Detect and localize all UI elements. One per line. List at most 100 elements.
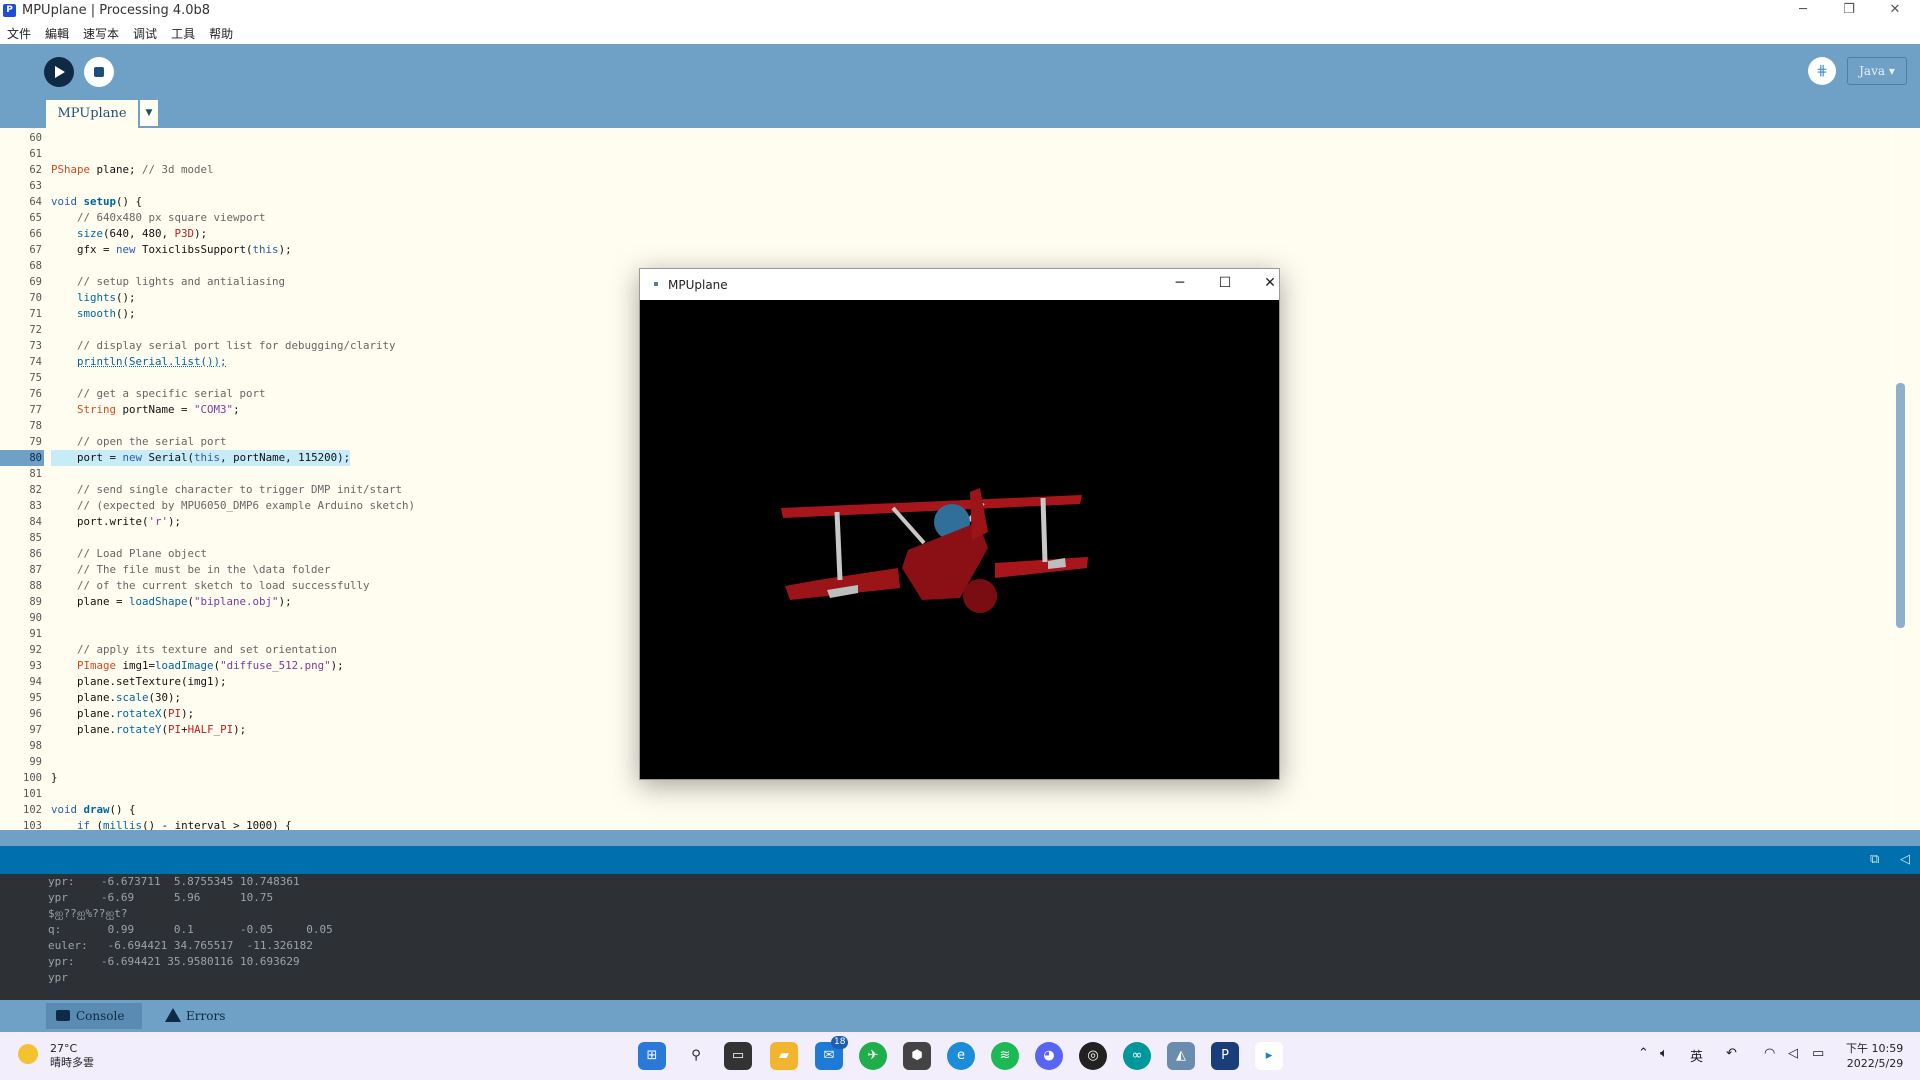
copy-console-icon[interactable]: ⧉ <box>1870 852 1879 867</box>
code-line[interactable]: println(Serial.list()); <box>51 354 227 370</box>
line-number: 92 <box>29 644 42 656</box>
processing-icon[interactable]: P <box>1211 1042 1239 1070</box>
code-line[interactable]: String portName = "COM3"; <box>51 402 240 418</box>
mode-selector[interactable]: Java ▾ <box>1847 57 1907 85</box>
app-icon-cube[interactable]: ⬢ <box>903 1042 931 1070</box>
code-line[interactable]: plane = loadShape("biplane.obj"); <box>51 594 292 610</box>
sketch-close-button[interactable]: ✕ <box>1256 275 1284 291</box>
menu-file[interactable]: 文件 <box>0 22 38 42</box>
code-line[interactable]: // send single character to trigger DMP … <box>51 482 402 498</box>
line-number: 94 <box>29 676 42 688</box>
code-line[interactable]: PImage img1=loadImage("diffuse_512.png")… <box>51 658 344 674</box>
line-number: 60 <box>29 132 42 144</box>
minimize-button[interactable]: ─ <box>1780 0 1826 22</box>
code-line[interactable]: plane.rotateX(PI); <box>51 706 194 722</box>
code-line[interactable]: // of the current sketch to load success… <box>51 578 370 594</box>
search-icon[interactable]: ⚲ <box>682 1042 710 1070</box>
ime-indicator[interactable]: 英 <box>1690 1046 1703 1065</box>
restore-button[interactable]: ❐ <box>1826 0 1872 22</box>
code-line[interactable]: // apply its texture and set orientation <box>51 642 337 658</box>
line-number: 89 <box>29 596 42 608</box>
arduino-icon[interactable]: ∞ <box>1123 1042 1151 1070</box>
monitor-icon[interactable]: ◭ <box>1167 1042 1195 1070</box>
code-line[interactable]: // 640x480 px square viewport <box>51 210 266 226</box>
code-line[interactable]: void setup() { <box>51 194 142 210</box>
mail-icon[interactable]: ✉ 18 <box>815 1036 849 1070</box>
partly-cloudy-icon <box>18 1044 38 1064</box>
line-number: 72 <box>29 324 42 336</box>
discord-icon[interactable]: ◕ <box>1035 1042 1063 1070</box>
file-explorer-icon[interactable]: ▰ <box>770 1042 798 1070</box>
menu-help[interactable]: 帮助 <box>202 22 240 42</box>
task-view-icon[interactable]: ▭ <box>724 1042 752 1070</box>
menu-tools[interactable]: 工具 <box>164 22 202 42</box>
line-number: 87 <box>29 564 42 576</box>
code-line[interactable]: plane.scale(30); <box>51 690 181 706</box>
menu-sketch[interactable]: 速写本 <box>76 22 126 42</box>
sketch-running-icon[interactable]: ▸ <box>1255 1042 1283 1070</box>
code-line[interactable]: port.write('r'); <box>51 514 181 530</box>
sketch-window[interactable]: MPUplane ─ ☐ ✕ <box>639 268 1280 780</box>
speaker-icon[interactable]: ◁ <box>1788 1046 1798 1061</box>
menu-edit[interactable]: 編輯 <box>38 22 76 42</box>
sketch-maximize-button[interactable]: ☐ <box>1211 275 1239 291</box>
line-number: 103 <box>23 820 42 830</box>
line-number: 82 <box>29 484 42 496</box>
code-line[interactable]: size(640, 480, P3D); <box>51 226 207 242</box>
console-tab[interactable]: Console <box>46 1003 142 1029</box>
code-line[interactable]: // open the serial port <box>51 434 227 450</box>
errors-tab[interactable]: Errors <box>156 1003 246 1029</box>
line-number: 69 <box>29 276 42 288</box>
line-number: 90 <box>29 612 42 624</box>
console-line: ypr <box>48 971 68 984</box>
obs-icon[interactable]: ◎ <box>1079 1042 1107 1070</box>
line-number: 65 <box>29 212 42 224</box>
stop-button[interactable] <box>84 57 114 87</box>
run-button[interactable] <box>44 57 74 87</box>
tab-mpuplane[interactable]: MPUplane <box>46 100 138 128</box>
code-line[interactable]: if (millis() - interval > 1000) { <box>51 818 292 830</box>
start-icon[interactable]: ⊞ <box>638 1042 666 1070</box>
line-number: 100 <box>23 772 42 784</box>
code-line[interactable]: } <box>51 770 58 786</box>
volume-icon[interactable]: 🔈︎ <box>1660 1046 1668 1061</box>
code-line[interactable]: port = new Serial(this, portName, 115200… <box>51 450 351 466</box>
line-number: 83 <box>29 500 42 512</box>
tab-menu-button[interactable]: ▼ <box>140 100 158 126</box>
spotify-icon[interactable]: ≋ <box>991 1042 1019 1070</box>
line-number-gutter: 60 61 62 63 64 65 66 67 68 69 70 71 72 73 74 75 76 77 78 79… <box>0 128 45 830</box>
scrollbar-thumb[interactable] <box>1896 383 1905 628</box>
code-line[interactable]: // get a specific serial port <box>51 386 266 402</box>
code-line[interactable]: // display serial port list for debuggin… <box>51 338 396 354</box>
battery-icon[interactable]: ▭ <box>1812 1046 1824 1061</box>
chevron-up-icon[interactable]: ⌃ <box>1638 1046 1649 1061</box>
close-button[interactable]: ✕ <box>1872 0 1918 22</box>
code-line[interactable]: smooth(); <box>51 306 136 322</box>
code-line[interactable]: PShape plane; // 3d model <box>51 162 214 178</box>
undo-icon[interactable]: ↶ <box>1726 1046 1737 1061</box>
code-line[interactable]: plane.rotateY(PI+HALF_PI); <box>51 722 246 738</box>
editor-scrollbar[interactable] <box>1893 128 1920 830</box>
line-number: 75 <box>29 372 42 384</box>
app-icon-green[interactable]: ✈ <box>859 1042 887 1070</box>
edge-browser-icon[interactable]: e <box>947 1042 975 1070</box>
system-clock[interactable]: 下午 10:59 2022/5/29 <box>1846 1041 1903 1071</box>
toolbar: ⋕ Java ▾ <box>0 44 1920 100</box>
line-number: 86 <box>29 548 42 560</box>
debugger-button[interactable]: ⋕ <box>1808 57 1836 85</box>
code-line[interactable]: gfx = new ToxiclibsSupport(this); <box>51 242 292 258</box>
code-line[interactable]: // The file must be in the \data folder <box>51 562 331 578</box>
code-line[interactable]: lights(); <box>51 290 136 306</box>
code-line[interactable]: // (expected by MPU6050_DMP6 example Ard… <box>51 498 415 514</box>
collapse-console-icon[interactable]: ◁ <box>1900 852 1910 867</box>
code-line[interactable]: // Load Plane object <box>51 546 207 562</box>
status-bar: ⧉ ◁ <box>0 846 1920 874</box>
sketch-minimize-button[interactable]: ─ <box>1166 275 1194 291</box>
code-line[interactable]: plane.setTexture(img1); <box>51 674 227 690</box>
code-line[interactable]: // setup lights and antialiasing <box>51 274 285 290</box>
menu-debug[interactable]: 调试 <box>126 22 164 42</box>
code-line[interactable]: void draw() { <box>51 802 136 818</box>
line-number: 95 <box>29 692 42 704</box>
wifi-icon[interactable]: ◠ <box>1764 1046 1775 1061</box>
line-number: 88 <box>29 580 42 592</box>
